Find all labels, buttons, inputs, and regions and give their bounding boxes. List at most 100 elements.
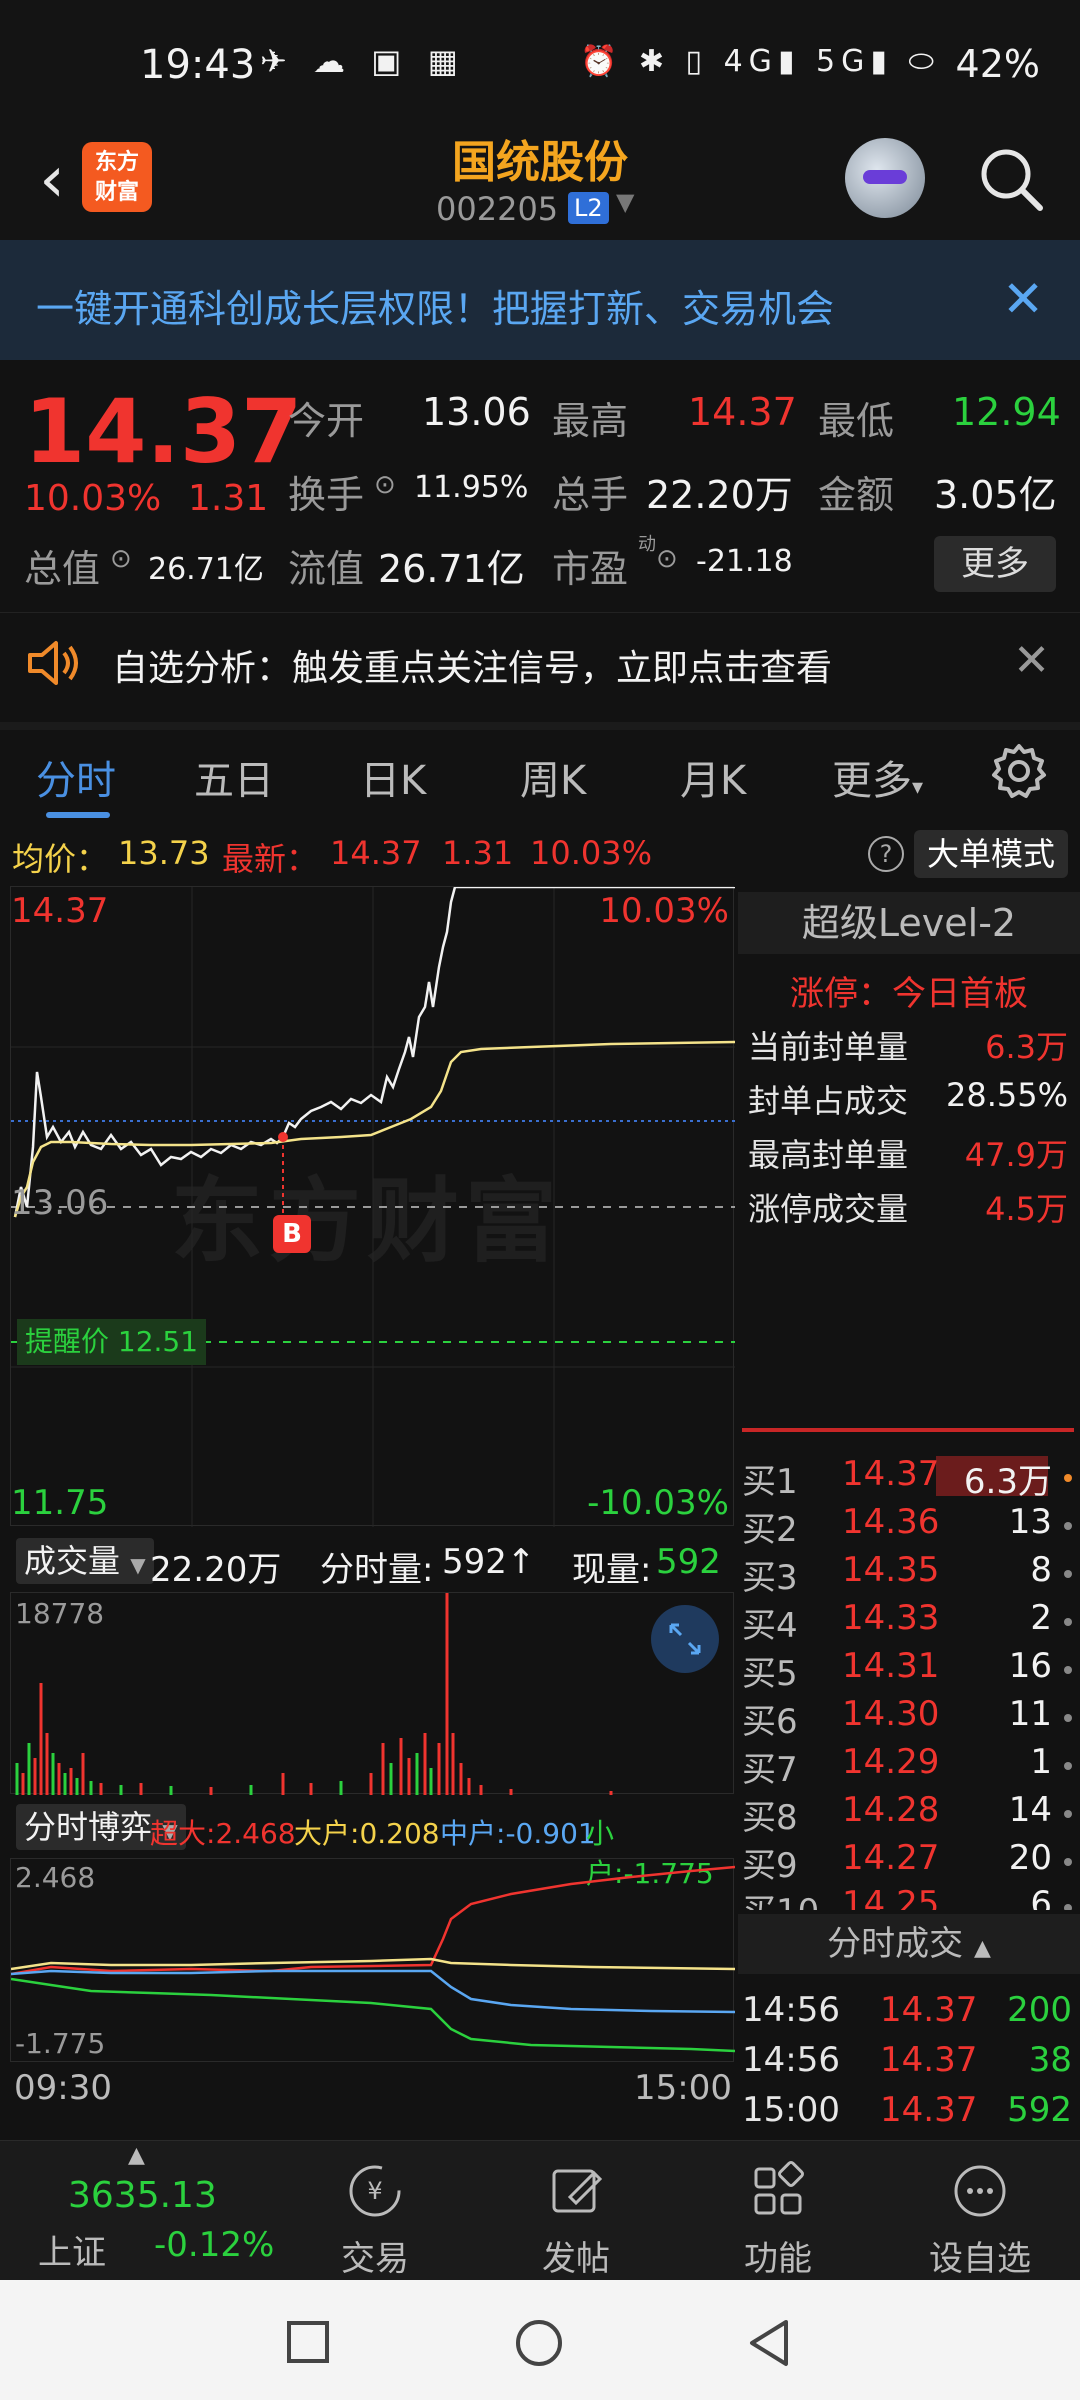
chart-tabs: 分时 五日 日K 周K 月K 更多▾: [0, 722, 1080, 818]
help-icon[interactable]: ?: [868, 836, 904, 872]
dropdown-arrow-icon[interactable]: ▼: [616, 188, 634, 216]
latest-pct: 10.03%: [530, 834, 653, 872]
active-tab-indicator: [46, 812, 110, 818]
low-label: 最低: [818, 399, 895, 443]
super-large-flow: 超大:2.468: [150, 1817, 296, 1850]
info-icon[interactable]: ⊙: [110, 544, 132, 574]
now-volume: 592: [656, 1542, 721, 1582]
nav-functions[interactable]: 功能: [698, 2141, 858, 2281]
promo-banner[interactable]: 一键开通科创成长层权限！把握打新、交易机会 ✕: [0, 240, 1080, 360]
amount-label: 金额: [818, 473, 895, 517]
level2-row: 当前封单量 6.3万: [748, 1028, 1068, 1066]
trade-icon: ¥: [349, 2165, 401, 2217]
index-value: 3635.13: [68, 2175, 217, 2216]
remind-price-tag[interactable]: 提醒价 12.51: [17, 1319, 207, 1365]
high-label: 最高: [552, 399, 629, 443]
order-row: 买3 14.35 8: [738, 1550, 1080, 1598]
banner-text[interactable]: 一键开通科创成长层权限！把握打新、交易机会: [36, 278, 834, 333]
tick-deals[interactable]: 分时成交 ▲ 14:56 14.37 200 14:56 14.37 38 15:00 1…: [738, 1914, 1080, 2130]
pe-value: -21.18: [696, 544, 793, 579]
alert-text[interactable]: 自选分析：触发重点关注信号，立即点击查看: [112, 639, 832, 691]
quote-panel: 14.37 10.03% 1.31 今开 13.06 最高 14.37 最低 1…: [0, 360, 1080, 610]
order-row: 买1 14.37 6.3万: [738, 1454, 1080, 1502]
status-bar: 19:43 ✈ ☁ ▣ ▦ ⏰ ✱ ▯ 4G▮ 5G▮ ⬭ 42%: [0, 0, 1080, 130]
big-order-mode-button[interactable]: 大单模式: [914, 830, 1068, 878]
robot-assistant-icon[interactable]: [845, 138, 925, 218]
volume-total: 22.20万: [150, 1550, 282, 1590]
l2-badge[interactable]: L2: [568, 192, 609, 224]
order-row: 买8 14.28 14: [738, 1790, 1080, 1838]
tab-five-day[interactable]: 五日: [194, 748, 274, 806]
time-axis-end: 15:00: [634, 2068, 732, 2108]
avg-label: 均价：: [12, 840, 109, 878]
open-label: 今开: [288, 399, 365, 443]
buy-marker[interactable]: B: [273, 1215, 311, 1253]
nav-add-watchlist[interactable]: 设自选: [900, 2141, 1060, 2281]
volume-chart[interactable]: 18778: [10, 1592, 734, 1795]
level2-row: 涨停成交量 4.5万: [748, 1190, 1068, 1228]
info-icon[interactable]: ⊙: [656, 544, 678, 574]
volume-label: 总手: [552, 473, 629, 517]
tab-weekly-k[interactable]: 周K: [520, 748, 586, 806]
order-row: 买2 14.36 13: [738, 1502, 1080, 1550]
order-book[interactable]: 买1 14.37 6.3万 买2 14.36 13 买3 14.35 8 买4 14.3…: [738, 1440, 1080, 1910]
stock-code[interactable]: 002205: [436, 190, 558, 228]
bottom-nav: ▲ 3635.13 上证 -0.12% ¥ 交易 发帖 功能 设自选: [0, 2140, 1080, 2280]
tab-daily-k[interactable]: 日K: [360, 748, 426, 806]
pe-superscript: 动: [638, 534, 656, 555]
turnover-value: 11.95%: [414, 470, 529, 505]
home-icon[interactable]: [514, 2318, 564, 2368]
chart-mid-price: 13.06: [11, 1183, 109, 1223]
order-row: 买5 14.31 16: [738, 1646, 1080, 1694]
volume-value: 22.20万: [646, 473, 793, 517]
level2-title[interactable]: 超级Level-2: [738, 892, 1080, 954]
grid-icon: [754, 2161, 804, 2215]
change-amount: 1.31: [188, 478, 269, 519]
minute-volume: 592↑: [442, 1542, 536, 1582]
level2-row: 最高封单量 47.9万: [748, 1136, 1068, 1174]
now-volume-label: 现量:: [572, 1550, 652, 1590]
fight-lines: [11, 1865, 735, 2053]
index-name: 上证: [38, 2233, 106, 2273]
index-ticker[interactable]: ▲ 3635.13 上证 -0.12%: [0, 2141, 300, 2281]
tab-monthly-k[interactable]: 月K: [680, 748, 746, 806]
avg-value: 13.73: [118, 834, 210, 872]
search-icon[interactable]: [978, 146, 1044, 212]
svg-text:¥: ¥: [367, 2177, 382, 2205]
change-percent: 10.03%: [24, 478, 162, 519]
intraday-chart[interactable]: 东方财富 14.37 10.03% 13.06 11.75 -10.03% 提醒…: [10, 886, 735, 1527]
info-icon[interactable]: ⊙: [374, 470, 396, 500]
deals-title[interactable]: 分时成交 ▲: [738, 1914, 1080, 1974]
chart-bottom-pct: -10.03%: [587, 1483, 729, 1523]
price-info-line: 均价： 13.73 最新： 14.37 1.31 10.03% ? 大单模式: [0, 826, 1080, 882]
battery-level: 42%: [955, 42, 1040, 86]
chart-top-price: 14.37: [11, 891, 109, 931]
expand-icon[interactable]: [651, 1605, 719, 1673]
system-nav-bar: [0, 2280, 1080, 2400]
volume-header: 成交量 ▼ 22.20万 分时量: 592↑ 现量: 592: [10, 1534, 734, 1590]
nav-post[interactable]: 发帖: [496, 2141, 656, 2281]
large-flow: 大户:0.208: [294, 1817, 440, 1850]
medium-flow: 中户:-0.901: [440, 1817, 596, 1850]
more-button[interactable]: 更多: [934, 536, 1056, 592]
high-value: 14.37: [688, 390, 797, 434]
mktcap-value: 26.71亿: [148, 552, 264, 587]
level2-panel: 超级Level-2 涨停：今日首板 当前封单量 6.3万 封单占成交 28.55% …: [738, 886, 1080, 1426]
volume-indicator-select[interactable]: 成交量 ▼: [16, 1538, 154, 1584]
fight-chart[interactable]: 2.468 -1.775: [10, 1858, 735, 2062]
back-nav-icon[interactable]: [746, 2318, 790, 2368]
minute-volume-label: 分时量:: [320, 1550, 434, 1590]
recent-apps-icon[interactable]: [286, 2320, 330, 2364]
analysis-alert[interactable]: 自选分析：触发重点关注信号，立即点击查看 ✕: [0, 612, 1080, 712]
order-row: 买1014.25 6: [738, 1884, 1080, 1910]
order-row: 买9 14.27 20: [738, 1838, 1080, 1886]
index-change: -0.12%: [154, 2225, 275, 2265]
tab-intraday[interactable]: 分时: [36, 748, 116, 806]
nav-trade[interactable]: ¥ 交易: [295, 2141, 455, 2281]
close-icon[interactable]: ✕: [1013, 635, 1050, 686]
gear-icon[interactable]: [990, 742, 1048, 800]
turnover-label: 换手: [288, 473, 365, 517]
order-row: 买4 14.33 2: [738, 1598, 1080, 1646]
tab-more[interactable]: 更多▾: [832, 748, 923, 806]
close-icon[interactable]: ✕: [1002, 270, 1044, 328]
